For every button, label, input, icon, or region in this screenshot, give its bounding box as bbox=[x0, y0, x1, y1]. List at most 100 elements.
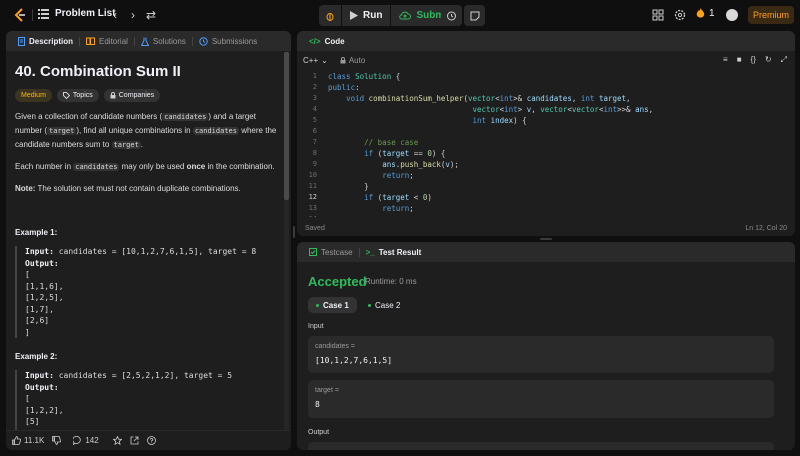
tab-submissions[interactable]: Submissions bbox=[193, 31, 263, 51]
run-label: Run bbox=[363, 10, 383, 21]
editor-status-bar: Saved Ln 12, Col 20 bbox=[297, 221, 795, 236]
difficulty-badge[interactable]: Medium bbox=[15, 89, 52, 102]
inline-code: candidates bbox=[162, 113, 209, 121]
tab-description-label: Description bbox=[29, 36, 74, 46]
bug-icon bbox=[326, 12, 334, 21]
expand-icon[interactable]: ⤢ bbox=[781, 55, 787, 65]
output-box bbox=[308, 442, 774, 450]
horizontal-resize-handle[interactable] bbox=[540, 238, 552, 240]
input-section-label: Input bbox=[308, 323, 324, 330]
document-icon bbox=[18, 36, 25, 46]
output-line: [1,7], bbox=[25, 304, 54, 314]
note-text: The solution set must not contain duplic… bbox=[35, 184, 241, 193]
vertical-resize-handle[interactable] bbox=[293, 226, 295, 238]
tab-test-result[interactable]: >_ Test Result bbox=[360, 242, 428, 262]
autosave-label: Auto bbox=[348, 55, 366, 65]
tab-code[interactable]: </> Code bbox=[303, 31, 351, 51]
tab-code-label: Code bbox=[324, 36, 345, 46]
code-line: return; bbox=[382, 171, 414, 180]
tab-description[interactable]: Description bbox=[12, 31, 79, 51]
code-line: ans.push_back(v); bbox=[382, 160, 459, 169]
param-candidates-box: candidates = [10,1,2,7,6,1,5] bbox=[308, 336, 774, 373]
problem-paragraph-1: Given a collection of candidate numbers … bbox=[15, 110, 282, 152]
save-status: Saved bbox=[305, 225, 325, 232]
language-select[interactable]: C++ ⌄ bbox=[303, 56, 328, 65]
problem-list-button[interactable]: Problem List bbox=[38, 8, 116, 19]
braces-icon[interactable]: {} bbox=[751, 55, 756, 65]
example-output-label: Output: bbox=[25, 258, 282, 270]
reset-icon[interactable]: ↻ bbox=[765, 55, 772, 65]
tab-solutions[interactable]: Solutions bbox=[135, 31, 192, 51]
gear-icon[interactable] bbox=[673, 8, 687, 22]
streak-count: 1 bbox=[709, 8, 715, 19]
note-icon bbox=[470, 11, 479, 20]
line-number: 9 bbox=[312, 160, 317, 168]
output-label: Output: bbox=[25, 258, 59, 268]
scroll-thumb[interactable] bbox=[284, 52, 289, 200]
prev-problem-icon[interactable]: ‹ bbox=[108, 8, 122, 22]
notes-button[interactable] bbox=[464, 5, 485, 26]
lock-icon bbox=[340, 56, 346, 63]
line-number: 8 bbox=[312, 149, 317, 157]
debug-button[interactable] bbox=[319, 5, 341, 26]
output-label: Output: bbox=[25, 382, 59, 392]
test-result-panel: Testcase >_ Test Result Accepted Runtime… bbox=[297, 242, 795, 450]
tab-test-result-label: Test Result bbox=[378, 247, 422, 257]
share-button[interactable] bbox=[130, 436, 139, 445]
case-1-tab[interactable]: Case 1 bbox=[308, 297, 357, 313]
like-button[interactable]: 11.1K bbox=[12, 436, 44, 445]
topics-chip[interactable]: Topics bbox=[56, 89, 99, 102]
pass-dot bbox=[316, 303, 319, 307]
output-line: [5] bbox=[25, 417, 40, 426]
inline-code: target bbox=[47, 127, 77, 135]
input-label: Input: bbox=[25, 247, 54, 256]
code-editor[interactable]: 1 2 3 4 5 6 7 8 9 10 11 12 13 14 class S… bbox=[297, 69, 795, 217]
lock-icon bbox=[110, 92, 116, 99]
code-line: vector<int> v, vector<vector<int>>& ans, bbox=[472, 105, 654, 114]
case-2-tab[interactable]: Case 2 bbox=[360, 297, 408, 313]
dislike-button[interactable] bbox=[52, 436, 62, 445]
case-label: Case 2 bbox=[375, 300, 401, 310]
text: Each number in bbox=[15, 162, 74, 171]
avatar[interactable] bbox=[726, 9, 738, 21]
description-scrollbar[interactable] bbox=[284, 52, 289, 432]
next-problem-icon[interactable]: › bbox=[126, 8, 140, 22]
line-number: 10 bbox=[308, 171, 317, 179]
output-line: [1,2,5], bbox=[25, 293, 64, 302]
list-icon bbox=[38, 9, 49, 19]
shuffle-icon[interactable]: ⇄ bbox=[144, 8, 158, 22]
description-panel: Description Editorial Solutions Submissi… bbox=[6, 31, 291, 450]
format-icon[interactable]: ≡ bbox=[723, 55, 728, 65]
code-line: return; bbox=[382, 204, 414, 213]
premium-button[interactable]: Premium bbox=[748, 6, 794, 24]
companies-chip[interactable]: Companies bbox=[103, 89, 161, 102]
timer-button[interactable] bbox=[441, 5, 462, 26]
play-icon bbox=[350, 11, 358, 20]
code-tabs: </> Code bbox=[297, 31, 795, 51]
layout-grid-icon[interactable] bbox=[651, 8, 665, 22]
example-input: Input: candidates = [10,1,2,7,6,1,5], ta… bbox=[25, 246, 282, 258]
comment-count: 142 bbox=[85, 436, 99, 445]
alarm-clock-icon bbox=[447, 11, 456, 21]
inline-code: target bbox=[111, 141, 141, 149]
tab-solutions-label: Solutions bbox=[152, 36, 186, 46]
flask-icon bbox=[140, 37, 149, 46]
history-icon bbox=[199, 36, 208, 46]
line-number: 4 bbox=[312, 105, 317, 113]
line-number: 1 bbox=[312, 72, 317, 80]
leetcode-logo-icon[interactable] bbox=[12, 7, 28, 23]
run-button[interactable]: Run bbox=[342, 5, 391, 26]
comment-icon bbox=[73, 436, 82, 445]
description-footer: 11.1K 142 bbox=[6, 430, 291, 450]
bookmark-icon[interactable]: ■ bbox=[737, 55, 742, 65]
autosave-toggle[interactable]: Auto bbox=[340, 56, 365, 65]
help-button[interactable] bbox=[146, 436, 156, 445]
code-line: public: bbox=[328, 83, 360, 92]
favorite-button[interactable] bbox=[112, 436, 122, 445]
streak-counter[interactable]: 1 bbox=[696, 8, 715, 19]
tab-testcase[interactable]: Testcase bbox=[303, 242, 359, 262]
run-submit-group: Run Submit bbox=[319, 5, 459, 26]
tab-editorial[interactable]: Editorial bbox=[80, 31, 134, 51]
text: may only be used bbox=[119, 162, 187, 171]
comments-button[interactable]: 142 bbox=[73, 436, 99, 445]
